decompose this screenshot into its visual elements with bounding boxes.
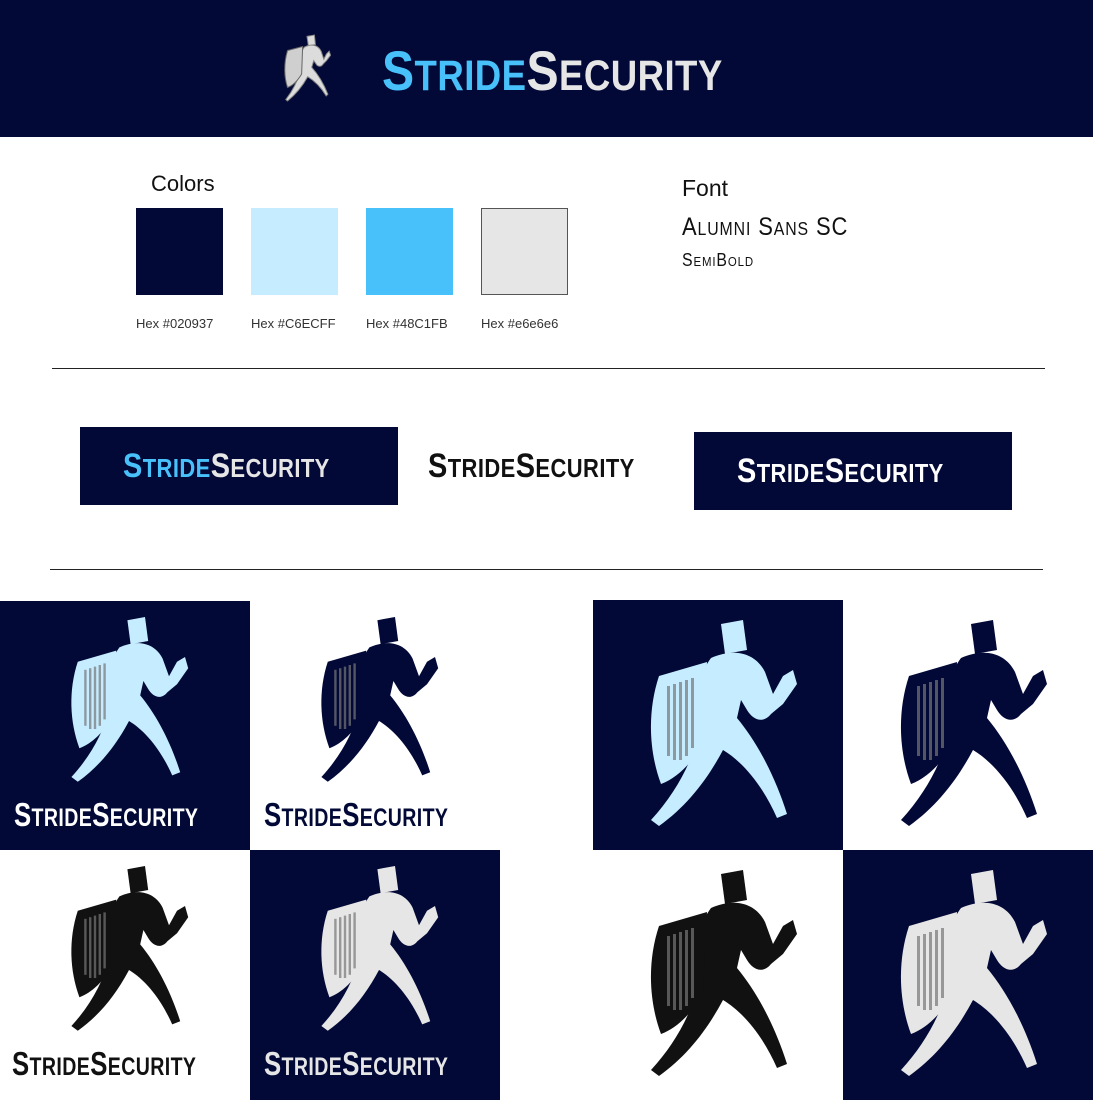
- swatch-light-gray: [481, 208, 568, 295]
- wordmark-part-2: SECURITY: [342, 1045, 448, 1082]
- wordmark-rest: ECURITY: [109, 804, 199, 832]
- wordmark-initial: S: [737, 452, 757, 490]
- wordmark-part-2: SECURITY: [526, 39, 722, 102]
- hex-label: Hex #48C1FB: [366, 316, 448, 331]
- runner-icon: [900, 620, 1047, 826]
- wordmark-initial: S: [526, 39, 560, 102]
- divider: [52, 368, 1045, 369]
- font-family-name: Alumni Sans SC: [682, 213, 849, 241]
- hex-label: Hex #C6ECFF: [251, 316, 336, 331]
- runner-icon: [321, 617, 439, 782]
- icon-tile-navy-paleblue: [593, 600, 843, 850]
- wordmark-part-1: STRIDE: [264, 796, 342, 833]
- tile-wordmark: STRIDESECURITY: [14, 796, 198, 834]
- logo-runner-icon: [284, 34, 332, 102]
- wordmark-part-1: STRIDE: [264, 1045, 342, 1082]
- wordmark-rest: ECURITY: [230, 455, 330, 483]
- wordmark: STRIDESECURITY: [123, 447, 330, 486]
- font-title: Font: [682, 175, 729, 201]
- wordmark-initial: S: [264, 796, 282, 833]
- wordmark-part-2: SECURITY: [92, 796, 198, 833]
- wordmark-rest: TRIDE: [281, 804, 343, 832]
- wordmark-initial: S: [12, 1045, 30, 1082]
- swatch-pale-blue: [251, 208, 338, 295]
- wordmark-rest: TRIDE: [414, 52, 527, 100]
- wordmark-part-1: STRIDE: [428, 447, 516, 485]
- runner-icon: [650, 620, 797, 826]
- wordmark-rest: ECURITY: [359, 804, 449, 832]
- runner-icon: [900, 870, 1047, 1076]
- wordmark-initial: S: [90, 1045, 108, 1082]
- wordmark-part-1: STRIDE: [737, 452, 825, 490]
- wordmark-rest: ECURITY: [844, 460, 944, 488]
- wordmark-initial: S: [14, 796, 32, 833]
- divider: [50, 569, 1043, 570]
- wordmark-variant-navy-blue: STRIDESECURITY: [80, 427, 398, 505]
- wordmark-part-1: STRIDE: [123, 447, 211, 485]
- wordmark-rest: TRIDE: [31, 804, 93, 832]
- wordmark-initial: S: [428, 447, 448, 485]
- wordmark-rest: ECURITY: [359, 1053, 449, 1081]
- wordmark-initial: S: [342, 796, 360, 833]
- wordmark-rest: TRIDE: [29, 1053, 91, 1081]
- wordmark-initial: S: [264, 1045, 282, 1082]
- wordmark-rest: ECURITY: [107, 1053, 197, 1081]
- wordmark-rest: TRIDE: [281, 1053, 343, 1081]
- logo-tile-white-navy: STRIDESECURITY: [250, 601, 500, 851]
- logo-tile-navy-gray: STRIDESECURITY: [250, 850, 500, 1100]
- wordmark-initial: S: [824, 452, 845, 490]
- wordmark-rest: TRIDE: [756, 460, 825, 488]
- wordmark-part-1: STRIDE: [14, 796, 92, 833]
- icon-tile-white-navy: [843, 600, 1093, 850]
- wordmark-initial: S: [92, 796, 110, 833]
- font-weight-name: SemiBold: [682, 250, 755, 270]
- logo-tile-white-black: STRIDESECURITY: [0, 850, 250, 1100]
- wordmark-part-2: SECURITY: [90, 1045, 196, 1082]
- icon-tile-white-black: [593, 850, 843, 1100]
- wordmark-rest: ECURITY: [559, 52, 723, 100]
- wordmark-variant-black: STRIDESECURITY: [428, 447, 635, 486]
- runner-icon: [71, 617, 189, 782]
- swatch-sky-blue: [366, 208, 453, 295]
- wordmark-variant-navy-white: STRIDESECURITY: [694, 432, 1012, 510]
- wordmark-part-2: SECURITY: [342, 796, 448, 833]
- wordmark: STRIDESECURITY: [737, 452, 944, 491]
- swatch-navy: [136, 208, 223, 295]
- wordmark-part-2: SECURITY: [516, 447, 635, 485]
- runner-icon: [71, 866, 189, 1031]
- hex-label: Hex #020937: [136, 316, 214, 331]
- wordmark-initial: S: [342, 1045, 360, 1082]
- hex-label: Hex #e6e6e6: [481, 316, 559, 331]
- header-banner: STRIDESECURITY: [0, 0, 1093, 137]
- runner-icon: [321, 866, 439, 1031]
- wordmark-initial: S: [123, 447, 143, 485]
- logo-tile-navy-paleblue: STRIDESECURITY: [0, 601, 250, 851]
- header-wordmark: STRIDESECURITY: [382, 38, 723, 103]
- wordmark-part-1: STRIDE: [12, 1045, 90, 1082]
- icon-tile-navy-gray: [843, 850, 1093, 1100]
- wordmark-part-1: STRIDE: [382, 39, 526, 102]
- runner-icon: [650, 870, 797, 1076]
- wordmark-rest: ECURITY: [535, 455, 635, 483]
- wordmark-rest: TRIDE: [447, 455, 516, 483]
- tile-wordmark: STRIDESECURITY: [264, 796, 448, 834]
- wordmark-initial: S: [515, 447, 536, 485]
- tile-wordmark: STRIDESECURITY: [12, 1045, 196, 1083]
- wordmark-rest: TRIDE: [142, 455, 211, 483]
- wordmark-part-2: SECURITY: [211, 447, 330, 485]
- wordmark-initial: S: [210, 447, 231, 485]
- colors-title: Colors: [151, 171, 215, 196]
- tile-wordmark: STRIDESECURITY: [264, 1045, 448, 1083]
- wordmark-part-2: SECURITY: [825, 452, 944, 490]
- wordmark-initial: S: [382, 39, 415, 102]
